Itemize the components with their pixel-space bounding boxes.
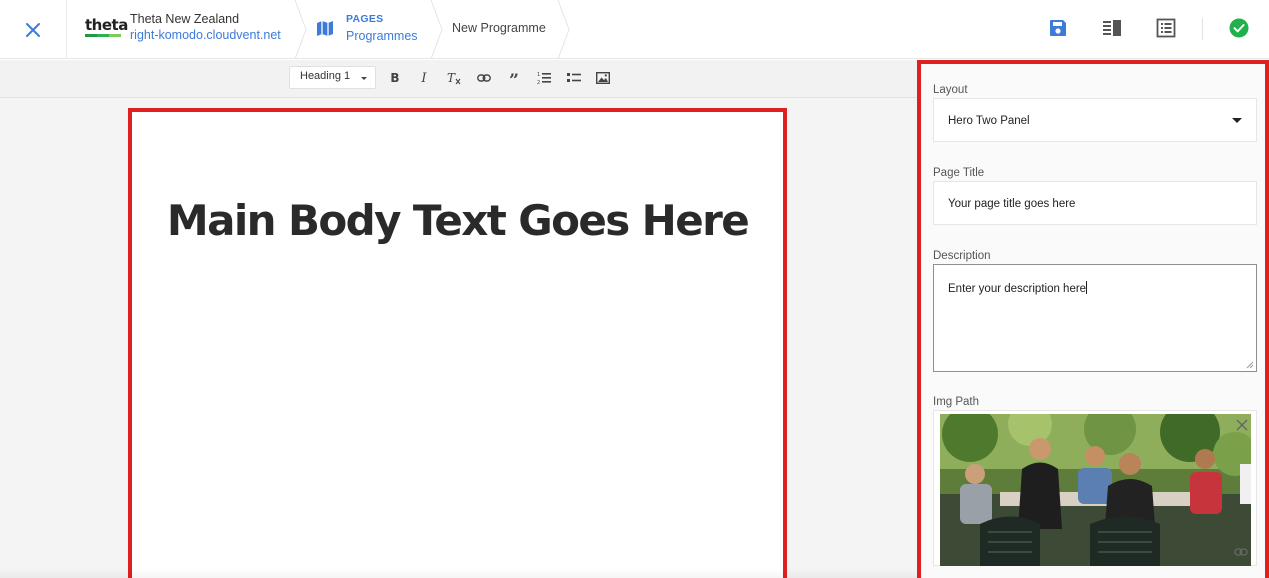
clear-format-icon: T — [447, 71, 461, 85]
properties-panel: Layout Hero Two Panel Page Title Your pa… — [917, 60, 1269, 578]
close-icon — [26, 22, 40, 37]
top-bar: theta Theta New Zealand right-komodo.clo… — [0, 0, 1269, 59]
canvas-shadow — [0, 568, 917, 578]
image-icon — [596, 72, 610, 84]
img-path-label: Img Path — [933, 396, 980, 408]
site-info[interactable]: theta Theta New Zealand right-komodo.clo… — [67, 0, 295, 59]
quote-icon: ” — [509, 71, 519, 91]
link-icon — [477, 74, 491, 82]
breadcrumb-current: New Programme — [452, 21, 546, 35]
italic-icon: I — [421, 70, 427, 86]
quote-button[interactable]: ” — [504, 68, 524, 91]
split-view-button[interactable] — [1100, 16, 1124, 40]
page-title-label: Page Title — [933, 167, 985, 179]
svg-text:2: 2 — [537, 80, 540, 85]
heading-select[interactable]: Heading 1 — [289, 66, 376, 89]
image-button[interactable] — [593, 68, 613, 88]
description-value: Enter your description here — [948, 283, 1087, 295]
layout-select-value: Hero Two Panel — [948, 115, 1030, 127]
content-canvas[interactable]: Main Body Text Goes Here — [128, 108, 787, 578]
breadcrumb-separator — [557, 0, 570, 59]
toolbar-divider — [1202, 18, 1203, 40]
image-field[interactable] — [933, 410, 1257, 566]
org-name: Theta New Zealand — [130, 12, 240, 26]
layout-label: Layout — [933, 84, 968, 96]
chevron-down-icon — [1232, 118, 1242, 123]
list-view-icon — [1156, 18, 1176, 38]
breadcrumb-collection: Programmes — [346, 29, 418, 43]
heading-select-value: Heading 1 — [300, 70, 351, 82]
list-view-button[interactable] — [1154, 16, 1178, 40]
link-button[interactable] — [474, 68, 494, 88]
bold-icon: B — [390, 71, 400, 85]
chevron-down-icon — [361, 77, 367, 80]
map-icon — [317, 21, 333, 36]
formatting-toolbar: Heading 1 B I T ” 1 2 — [0, 60, 917, 98]
main-heading[interactable]: Main Body Text Goes Here — [132, 196, 783, 245]
page-title-field[interactable]: Your page title goes here — [933, 181, 1257, 225]
svg-text:T: T — [447, 71, 456, 85]
theta-logo: theta — [85, 17, 128, 37]
close-button[interactable] — [0, 0, 67, 59]
split-view-icon — [1103, 20, 1121, 36]
text-cursor — [1086, 281, 1088, 294]
org-url[interactable]: right-komodo.cloudvent.net — [130, 28, 281, 42]
link-icon[interactable] — [1234, 547, 1248, 557]
svg-text:1: 1 — [537, 72, 540, 78]
close-icon[interactable] — [1236, 419, 1248, 431]
italic-button[interactable]: I — [414, 68, 434, 88]
save-button[interactable] — [1046, 16, 1070, 40]
clear-format-button[interactable]: T — [444, 68, 464, 88]
description-label: Description — [933, 250, 991, 262]
layout-select[interactable]: Hero Two Panel — [933, 98, 1257, 142]
breadcrumb-section: PAGES — [346, 13, 384, 25]
hero-image-thumbnail — [940, 414, 1251, 566]
check-circle-icon — [1229, 18, 1249, 38]
ordered-list-icon: 1 2 — [537, 72, 551, 85]
unordered-list-icon — [567, 73, 581, 82]
description-field[interactable]: Enter your description here — [933, 264, 1257, 372]
breadcrumb-pages[interactable]: PAGES Programmes — [312, 0, 432, 59]
publish-status-button[interactable] — [1227, 16, 1251, 40]
breadcrumb-separator — [430, 0, 443, 59]
content-editor: Heading 1 B I T ” 1 2 Main Body Text Goe… — [0, 60, 917, 578]
save-icon — [1050, 20, 1066, 36]
resize-grip-icon[interactable] — [1246, 361, 1254, 369]
ordered-list-button[interactable]: 1 2 — [534, 68, 554, 88]
unordered-list-button[interactable] — [564, 68, 584, 88]
bold-button[interactable]: B — [385, 68, 405, 88]
page-title-value: Your page title goes here — [948, 198, 1076, 210]
breadcrumb-separator — [294, 0, 307, 59]
